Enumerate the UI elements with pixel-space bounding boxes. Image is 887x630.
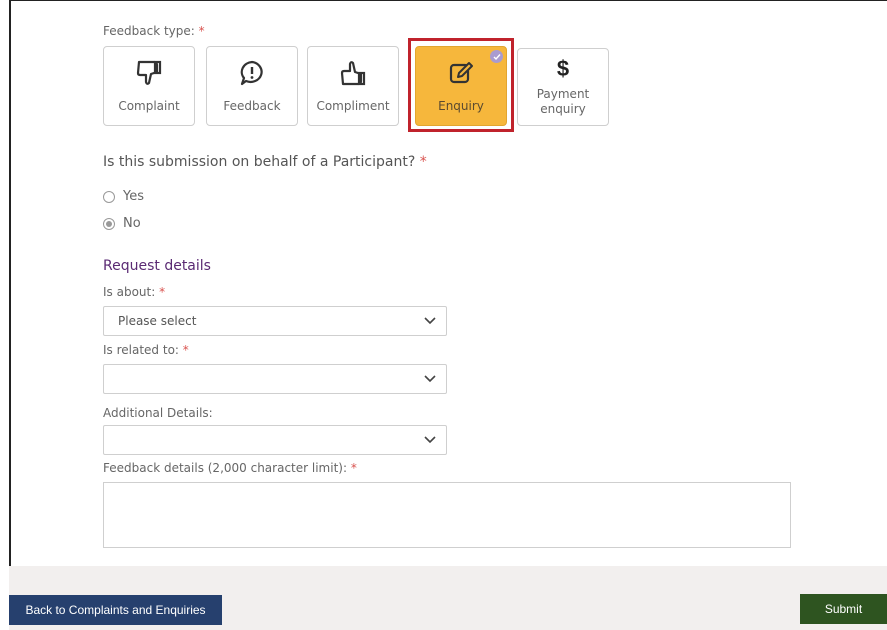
tile-feedback[interactable]: Feedback [206, 46, 298, 126]
radio-selected-dot [106, 220, 112, 227]
required-mark: * [350, 461, 357, 475]
is-about-label: Is about: * [103, 285, 165, 299]
tile-complaint-label: Complaint [118, 99, 180, 113]
dollar-icon: $ [518, 55, 608, 85]
svg-text:$: $ [557, 56, 569, 81]
feedback-details-label-text: Feedback details (2,000 character limit)… [103, 461, 348, 475]
request-details-heading: Request details [103, 258, 211, 274]
chevron-down-icon [424, 317, 436, 325]
feedback-type-label: Feedback type: * [103, 24, 205, 38]
is-about-select[interactable]: Please select [103, 306, 447, 336]
is-about-label-text: Is about: [103, 285, 156, 299]
required-mark: * [159, 285, 166, 299]
submit-button[interactable]: Submit [800, 594, 887, 624]
participant-question-text: Is this submission on behalf of a Partic… [103, 154, 416, 170]
chevron-down-icon [424, 375, 436, 383]
back-to-complaints-button[interactable]: Back to Complaints and Enquiries [9, 595, 222, 625]
additional-details-label: Additional Details: [103, 406, 213, 420]
chevron-down-icon [424, 436, 436, 444]
additional-details-select[interactable] [103, 425, 447, 455]
is-related-select[interactable] [103, 364, 447, 394]
radio-no[interactable]: No [103, 216, 141, 231]
is-about-value: Please select [118, 314, 197, 328]
tile-compliment-label: Compliment [316, 99, 390, 113]
thumbs-up-icon [308, 59, 398, 89]
is-related-label-text: Is related to: [103, 343, 179, 357]
tile-payment-label-line2: enquiry [540, 102, 586, 116]
feedback-type-label-text: Feedback type: [103, 24, 195, 38]
radio-no-circle[interactable] [103, 217, 115, 230]
tile-payment-label-line1: Payment [536, 87, 590, 101]
radio-yes-label: Yes [123, 189, 144, 204]
radio-no-label: No [123, 216, 141, 231]
feedback-details-textarea[interactable] [103, 482, 791, 548]
required-mark: * [198, 24, 205, 38]
participant-question: Is this submission on behalf of a Partic… [103, 154, 427, 170]
tile-payment-enquiry[interactable]: $ Payment enquiry [517, 48, 609, 126]
radio-yes-circle[interactable] [103, 190, 115, 203]
required-mark: * [419, 154, 427, 170]
tile-complaint[interactable]: Complaint [103, 46, 195, 126]
required-mark: * [182, 343, 189, 357]
radio-yes[interactable]: Yes [103, 189, 144, 204]
feedback-details-label: Feedback details (2,000 character limit)… [103, 461, 357, 475]
thumbs-down-icon [104, 59, 194, 89]
is-related-label: Is related to: * [103, 343, 189, 357]
speech-bubble-exclamation-icon [207, 59, 297, 89]
tile-feedback-label: Feedback [223, 99, 281, 113]
tile-compliment[interactable]: Compliment [307, 46, 399, 126]
selection-highlight [408, 38, 514, 132]
tile-payment-enquiry-label: Payment enquiry [518, 87, 608, 117]
